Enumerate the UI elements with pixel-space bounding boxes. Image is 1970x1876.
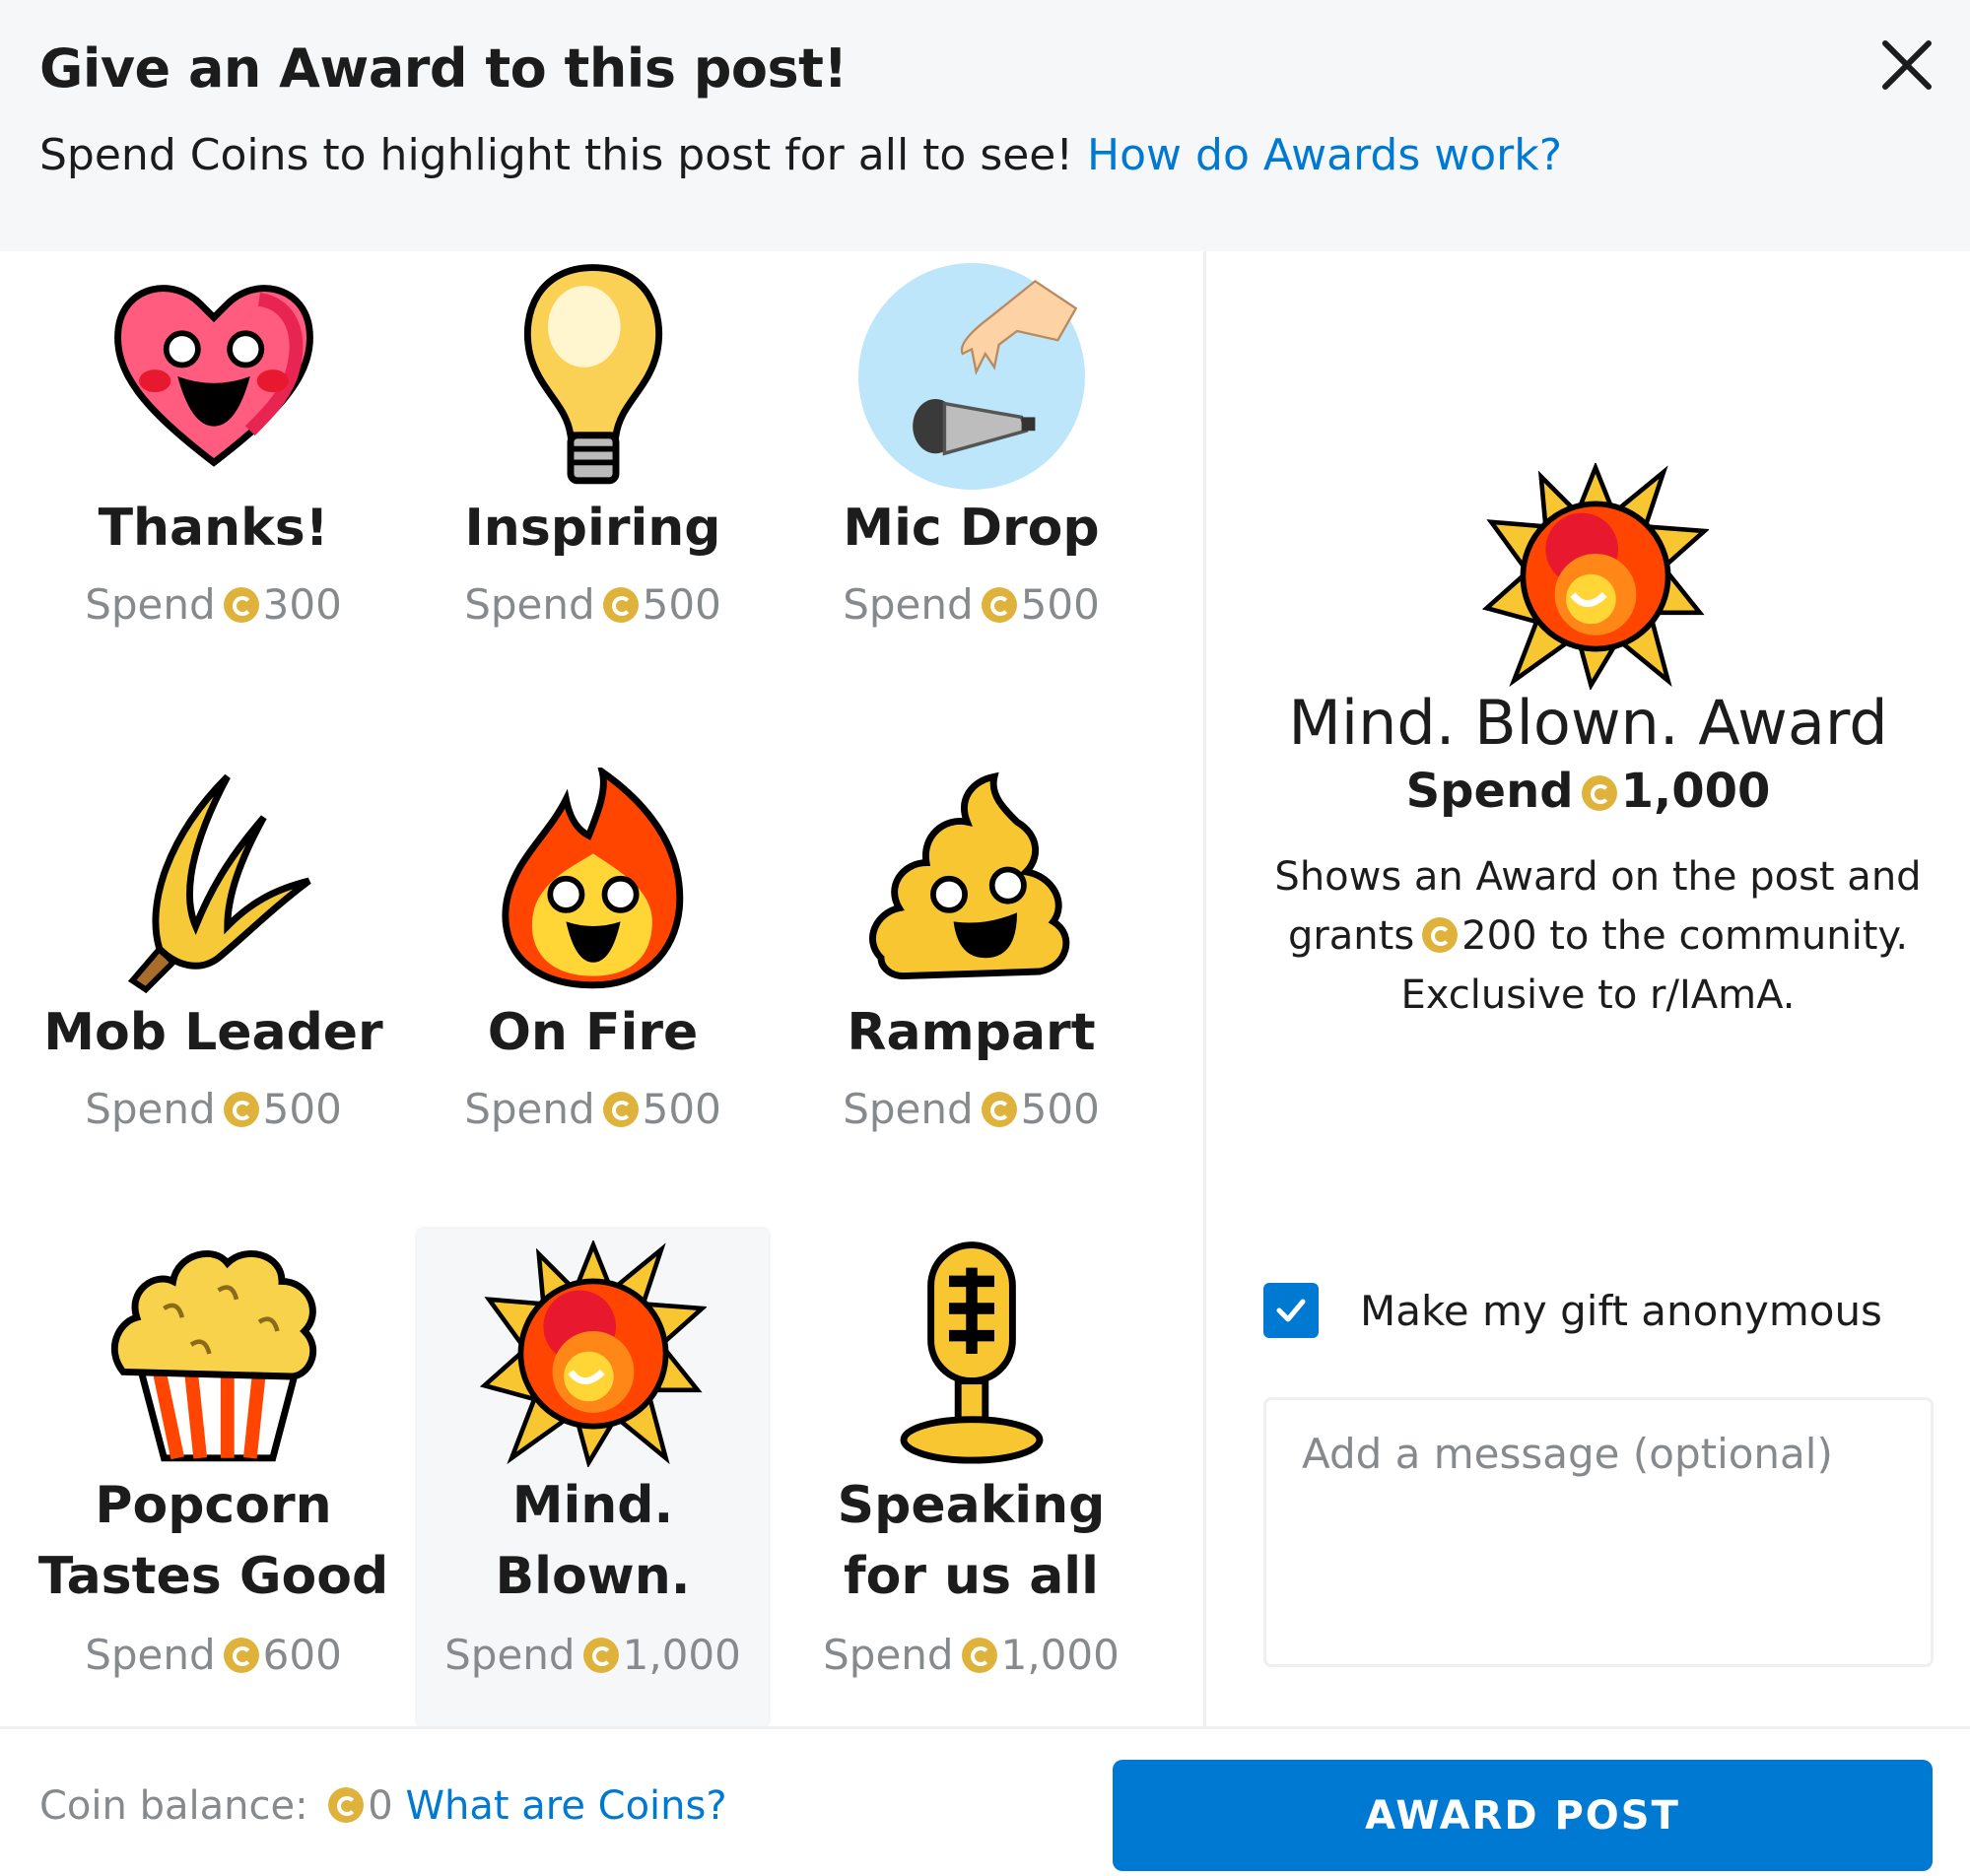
- award-cost: Spend 600: [37, 1631, 389, 1679]
- modal-header: Give an Award to this post! Spend Coins …: [0, 0, 1970, 251]
- cost-value: 1,000: [1000, 1631, 1120, 1679]
- award-cost: Spend 500: [795, 580, 1147, 629]
- cost-value: 500: [642, 1085, 721, 1133]
- spend-label: Spend: [85, 1631, 216, 1679]
- award-cost: Spend 500: [795, 1085, 1147, 1133]
- spend-label: Spend: [464, 580, 595, 629]
- coin-icon: [961, 1638, 997, 1673]
- anonymous-label: Make my gift anonymous: [1360, 1286, 1882, 1335]
- pitchfork-icon: [127, 773, 311, 994]
- award-popcorn-tastes-good[interactable]: Popcorn Tastes Good Spend 600: [37, 1229, 389, 1726]
- award-cost: Spend 500: [417, 1085, 769, 1133]
- award-speaking-for-us-all[interactable]: Speaking for us all Spend 1,000: [795, 1229, 1147, 1726]
- award-name: Speaking for us all: [837, 1476, 1106, 1606]
- poop-icon: [868, 771, 1069, 980]
- award-rampart[interactable]: Rampart Spend 500: [795, 756, 1147, 1253]
- balance-label: Coin balance:: [39, 1783, 308, 1829]
- award-cost: Spend 1,000: [795, 1631, 1147, 1679]
- award-name: Mob Leader: [43, 1003, 383, 1062]
- lightbulb-icon: [523, 264, 662, 485]
- spend-label: Spend: [85, 580, 216, 629]
- modal-footer: Coin balance: 0 What are Coins? AWARD PO…: [0, 1726, 1970, 1876]
- balance-value: 0: [368, 1783, 393, 1829]
- mic-drop-icon: [857, 263, 1085, 490]
- cost-value: 1,000: [1620, 764, 1771, 819]
- cost-value: 500: [1020, 1085, 1100, 1133]
- subtitle-text: Spend Coins to highlight this post for a…: [39, 130, 1074, 180]
- coin-icon: [981, 1092, 1017, 1127]
- spend-label: Spend: [85, 1085, 216, 1133]
- coin-icon: [981, 587, 1017, 623]
- spend-label: Spend: [444, 1631, 576, 1679]
- heart-icon: [113, 285, 313, 467]
- award-cost: Spend 500: [417, 580, 769, 629]
- award-inspiring[interactable]: Inspiring Spend 500: [417, 251, 769, 749]
- cost-value: 500: [1020, 580, 1100, 629]
- award-name: On Fire: [487, 1003, 699, 1062]
- award-mind-blown[interactable]: Mind. Blown. Spend 1,000: [417, 1229, 769, 1726]
- cost-value: 500: [262, 1085, 342, 1133]
- award-thanks[interactable]: Thanks! Spend 300: [37, 251, 389, 749]
- award-name: Mind. Blown.: [495, 1476, 691, 1606]
- modal-subtitle: Spend Coins to highlight this post for a…: [39, 130, 1562, 180]
- award-name: Mic Drop: [843, 499, 1100, 558]
- award-cost: Spend 300: [37, 580, 389, 629]
- award-cost: Spend 500: [37, 1085, 389, 1133]
- microphone-icon: [900, 1241, 1043, 1464]
- award-on-fire[interactable]: On Fire Spend 500: [417, 756, 769, 1253]
- close-button[interactable]: [1877, 35, 1936, 95]
- spend-label: Spend: [823, 1631, 954, 1679]
- coin-icon: [223, 1092, 259, 1127]
- award-cost: Spend 1,000: [417, 1631, 769, 1679]
- explosion-icon: [1482, 463, 1709, 690]
- close-icon: [1882, 40, 1932, 90]
- award-name: Popcorn Tastes Good: [37, 1476, 389, 1606]
- spend-label: Spend: [1405, 764, 1574, 819]
- cost-value: 300: [262, 580, 342, 629]
- spend-label: Spend: [843, 580, 974, 629]
- grant-value: 200: [1461, 913, 1537, 959]
- awards-grid: Thanks! Spend 300 Inspiring Spend 500 Mic …: [0, 251, 1203, 1726]
- award-mob-leader[interactable]: Mob Leader Spend 500: [37, 756, 389, 1253]
- coin-icon: [602, 587, 639, 623]
- coin-icon: [582, 1638, 619, 1673]
- checkmark-icon: [1276, 1299, 1306, 1322]
- coin-icon: [223, 587, 259, 623]
- award-mic-drop[interactable]: Mic Drop Spend 500: [795, 251, 1147, 749]
- spend-label: Spend: [464, 1085, 595, 1133]
- fire-icon: [502, 768, 683, 989]
- coin-icon: [223, 1638, 259, 1673]
- coin-balance: Coin balance: 0 What are Coins?: [39, 1783, 727, 1829]
- cost-value: 600: [262, 1631, 342, 1679]
- anonymous-checkbox-row[interactable]: Make my gift anonymous: [1263, 1283, 1882, 1338]
- spend-label: Spend: [843, 1085, 974, 1133]
- award-name: Thanks!: [98, 499, 329, 558]
- detail-award-cost: Spend 1,000: [1206, 764, 1970, 819]
- message-input[interactable]: [1263, 1397, 1934, 1667]
- how-awards-work-link[interactable]: How do Awards work?: [1087, 130, 1562, 180]
- coin-icon: [1581, 775, 1617, 811]
- award-name: Inspiring: [464, 499, 721, 558]
- cost-value: 500: [642, 580, 721, 629]
- modal-title: Give an Award to this post!: [39, 37, 848, 100]
- detail-description: Shows an Award on the post and grants 200…: [1265, 847, 1931, 1025]
- coin-icon: [1422, 917, 1459, 953]
- coin-icon: [328, 1787, 365, 1823]
- popcorn-icon: [110, 1250, 316, 1462]
- what-are-coins-link[interactable]: What are Coins?: [405, 1783, 726, 1829]
- anonymous-checkbox[interactable]: [1263, 1283, 1319, 1338]
- explosion-icon: [479, 1240, 707, 1467]
- award-name: Rampart: [847, 1003, 1096, 1062]
- award-post-button[interactable]: AWARD POST: [1113, 1760, 1933, 1871]
- cost-value: 1,000: [622, 1631, 741, 1679]
- coin-icon: [602, 1092, 639, 1127]
- detail-award-name: Mind. Blown. Award: [1288, 687, 1888, 759]
